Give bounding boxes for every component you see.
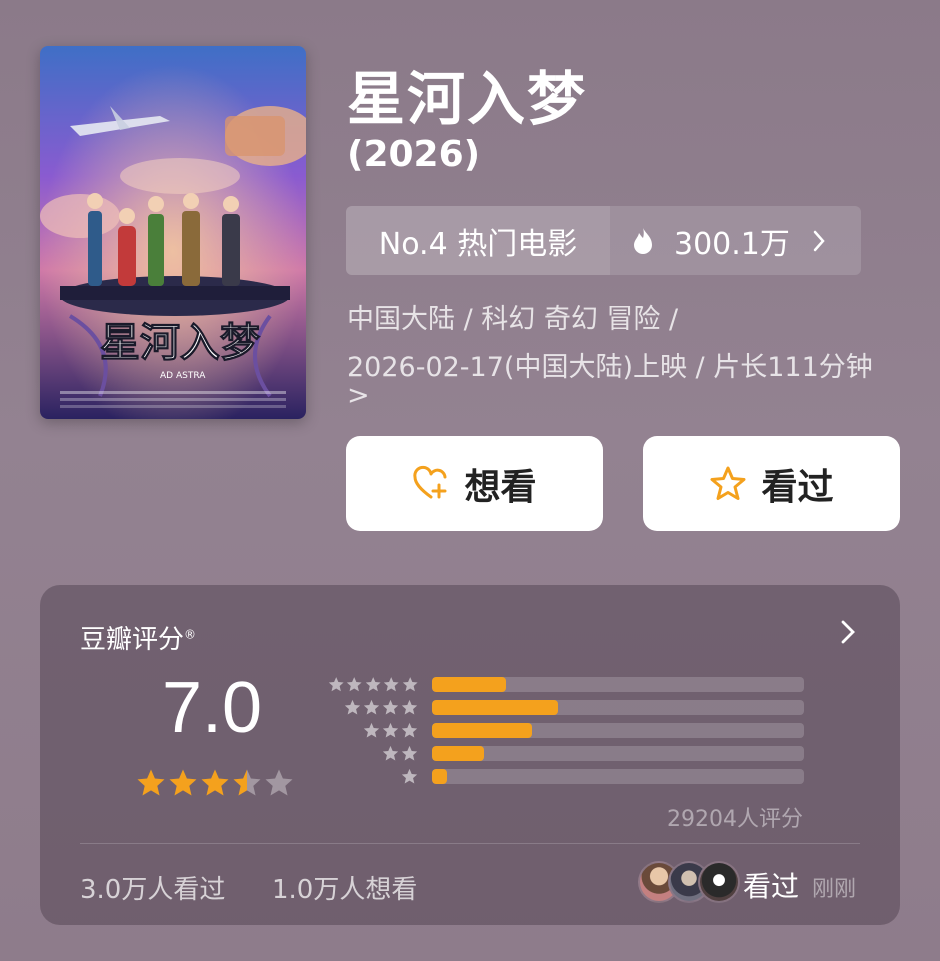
- rating-stars: [136, 768, 296, 798]
- distribution-bar: [432, 700, 559, 715]
- ranking-label[interactable]: No.4 热门电影: [346, 206, 610, 275]
- star-small-icon: [384, 677, 399, 692]
- release-line[interactable]: 2026-02-17(中国大陆)上映 / 片长111分钟: [347, 345, 873, 384]
- star-empty-icon: [265, 769, 293, 796]
- star-filled-icon: [169, 769, 197, 796]
- distribution-bar: [432, 769, 447, 784]
- svg-text:AD ASTRA: AD ASTRA: [160, 371, 206, 381]
- want-to-watch-button[interactable]: 想看: [346, 436, 603, 531]
- star-filled-icon: [201, 769, 229, 796]
- heat-value: 300.1万: [674, 226, 790, 262]
- fire-icon: [634, 227, 652, 254]
- chevron-right-icon: [813, 230, 825, 251]
- genre-line[interactable]: 中国大陆 / 科幻 奇幻 冒险 /: [347, 297, 678, 336]
- star-small-icon: [344, 699, 361, 715]
- distribution-row-5-star: [326, 673, 804, 696]
- distribution-bar: [432, 746, 485, 761]
- distribution-stars: [326, 699, 418, 716]
- want-button-label: 想看: [464, 466, 537, 508]
- star-small-icon: [401, 745, 418, 761]
- ranking-bar[interactable]: No.4 热门电影 300.1万: [346, 206, 861, 275]
- chevron-right-icon[interactable]: [840, 619, 856, 645]
- divider: [80, 843, 860, 844]
- distribution-track: [432, 700, 804, 715]
- rating-distribution: [326, 673, 804, 788]
- movie-title: 星河入梦: [347, 65, 588, 133]
- distribution-stars: [326, 676, 418, 693]
- registered-mark: ®: [184, 627, 197, 642]
- watched-button[interactable]: 看过: [643, 436, 900, 531]
- star-small-icon: [363, 699, 380, 715]
- seen-count[interactable]: 3.0万人看过: [80, 869, 225, 906]
- movie-detail-page: 星河入梦 AD ASTRA 星河入梦 (2026) No.4 热门电影 300.…: [0, 0, 940, 961]
- distribution-stars: [326, 722, 418, 739]
- star-small-icon: [401, 699, 418, 715]
- star-filled-icon: [137, 769, 165, 796]
- movie-year: (2026): [347, 134, 481, 175]
- star-small-icon: [365, 677, 381, 692]
- friends-status-label: 看过: [743, 870, 800, 903]
- movie-poster[interactable]: 星河入梦 AD ASTRA: [40, 46, 306, 419]
- distribution-row-4-star: [326, 696, 804, 719]
- star-small-icon: [401, 768, 418, 784]
- distribution-stars: [326, 745, 418, 762]
- more-info-chevron[interactable]: >: [347, 380, 370, 411]
- rating-score: 7.0: [162, 668, 263, 748]
- rating-card[interactable]: 豆瓣评分® 7.0 29204人评分 3.0万人看过 1.0万人想看 看过 刚刚: [40, 585, 900, 925]
- seen-button-label: 看过: [761, 466, 834, 508]
- star-small-icon: [363, 722, 380, 738]
- star-small-icon: [382, 722, 399, 738]
- star-small-icon: [402, 677, 418, 692]
- avatar[interactable]: [698, 861, 740, 903]
- friends-status-time: 刚刚: [812, 877, 857, 902]
- star-small-icon: [382, 699, 399, 715]
- rating-title: 豆瓣评分®: [80, 619, 196, 656]
- star-small-icon: [382, 745, 399, 761]
- distribution-track: [432, 677, 804, 692]
- svg-text:星河入梦: 星河入梦: [100, 319, 260, 366]
- distribution-stars: [326, 768, 418, 785]
- friend-avatars[interactable]: [638, 861, 740, 903]
- rating-title-text: 豆瓣评分: [80, 625, 185, 655]
- star-small-icon: [347, 677, 362, 692]
- heart-plus-icon: [413, 465, 447, 498]
- heat-section[interactable]: 300.1万: [610, 206, 861, 275]
- poster-art: 星河入梦 AD ASTRA: [40, 46, 306, 419]
- want-count[interactable]: 1.0万人想看: [272, 869, 417, 906]
- distribution-bar: [432, 723, 533, 738]
- distribution-row-2-star: [326, 742, 804, 765]
- star-small-icon: [328, 677, 344, 692]
- star-small-icon: [401, 722, 418, 738]
- distribution-track: [432, 723, 804, 738]
- star-half-icon: [233, 769, 261, 796]
- distribution-track: [432, 746, 804, 761]
- distribution-track: [432, 769, 804, 784]
- rating-count: 29204人评分: [667, 807, 803, 832]
- distribution-row-1-star: [326, 765, 804, 788]
- distribution-row-3-star: [326, 719, 804, 742]
- star-outline-icon: [710, 466, 746, 500]
- distribution-bar: [432, 677, 507, 692]
